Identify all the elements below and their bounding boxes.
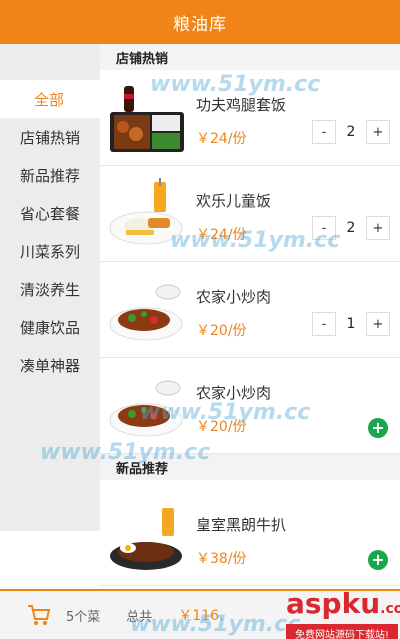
shopping-cart-icon[interactable] (26, 602, 52, 628)
increase-button[interactable]: + (366, 216, 390, 240)
decrease-button[interactable]: - (312, 216, 336, 240)
food-image (109, 178, 183, 245)
category-sidebar: 全部 店铺热销 新品推荐 省心套餐 川菜系列 清淡养生 健康饮品 凑单神器 (0, 44, 100, 531)
category-all[interactable]: 全部 (0, 80, 100, 118)
item-price: ￥24/份 (196, 131, 247, 147)
cart-total-label: 总共 (126, 609, 153, 625)
increase-button[interactable]: + (366, 312, 390, 336)
list-item[interactable]: 功夫鸡腿套饭 ￥24/份 - 2 + (100, 70, 400, 166)
quantity-stepper: - 2 + (312, 216, 390, 240)
add-to-cart-button[interactable]: + (368, 550, 388, 570)
category-combo[interactable]: 省心套餐 (0, 194, 100, 232)
section-title: 店铺热销 (116, 51, 169, 67)
item-price: ￥20/份 (196, 323, 247, 339)
section-header-new: 新品推荐 (100, 454, 400, 480)
list-item[interactable]: 欢乐儿童饭 ￥24/份 - 2 + (100, 166, 400, 262)
category-light[interactable]: 清淡养生 (0, 270, 100, 308)
cart-bar[interactable]: 5个菜 总共 ￥116. (0, 589, 400, 639)
food-image (109, 284, 183, 341)
item-name: 农家小炒肉 (196, 288, 272, 306)
item-price: ￥20/份 (196, 419, 247, 435)
item-name: 欢乐儿童饭 (196, 192, 272, 210)
category-hot[interactable]: 店铺热销 (0, 118, 100, 156)
food-image (110, 508, 182, 570)
item-name: 皇室黑朗牛扒 (196, 516, 287, 534)
list-item[interactable]: 农家小炒肉 ￥20/份 - 1 + (100, 262, 400, 358)
add-to-cart-button[interactable]: + (368, 418, 388, 438)
quantity-stepper: - 1 + (312, 312, 390, 336)
quantity-value: 1 (346, 316, 356, 332)
list-item[interactable]: 皇室黑朗牛扒 ￥38/份 + (100, 490, 400, 586)
cart-total-value: ￥116. (178, 608, 224, 624)
item-price: ￥38/份 (196, 551, 247, 567)
cart-item-count: 5个菜 (66, 609, 101, 625)
food-image (109, 380, 183, 437)
app-header: 粮油库 (0, 0, 400, 44)
category-sichuan[interactable]: 川菜系列 (0, 232, 100, 270)
category-drinks[interactable]: 健康饮品 (0, 308, 100, 346)
page-title: 粮油库 (173, 14, 227, 35)
decrease-button[interactable]: - (312, 312, 336, 336)
category-new[interactable]: 新品推荐 (0, 156, 100, 194)
quantity-value: 2 (346, 220, 356, 236)
quantity-stepper: - 2 + (312, 120, 390, 144)
product-list[interactable]: 店铺热销 功夫鸡腿套饭 ￥24/份 - 2 + 欢乐儿童饭 ￥24/份 - 2 … (100, 44, 400, 589)
list-item[interactable]: 农家小炒肉 ￥20/份 + (100, 358, 400, 454)
item-name: 农家小炒肉 (196, 384, 272, 402)
item-price: ￥24/份 (196, 227, 247, 243)
category-addon[interactable]: 凑单神器 (0, 346, 100, 384)
quantity-value: 2 (346, 124, 356, 140)
food-image (110, 86, 184, 152)
section-title: 新品推荐 (116, 461, 169, 477)
item-name: 功夫鸡腿套饭 (196, 96, 287, 114)
decrease-button[interactable]: - (312, 120, 336, 144)
section-header-hot: 店铺热销 (100, 44, 400, 70)
increase-button[interactable]: + (366, 120, 390, 144)
